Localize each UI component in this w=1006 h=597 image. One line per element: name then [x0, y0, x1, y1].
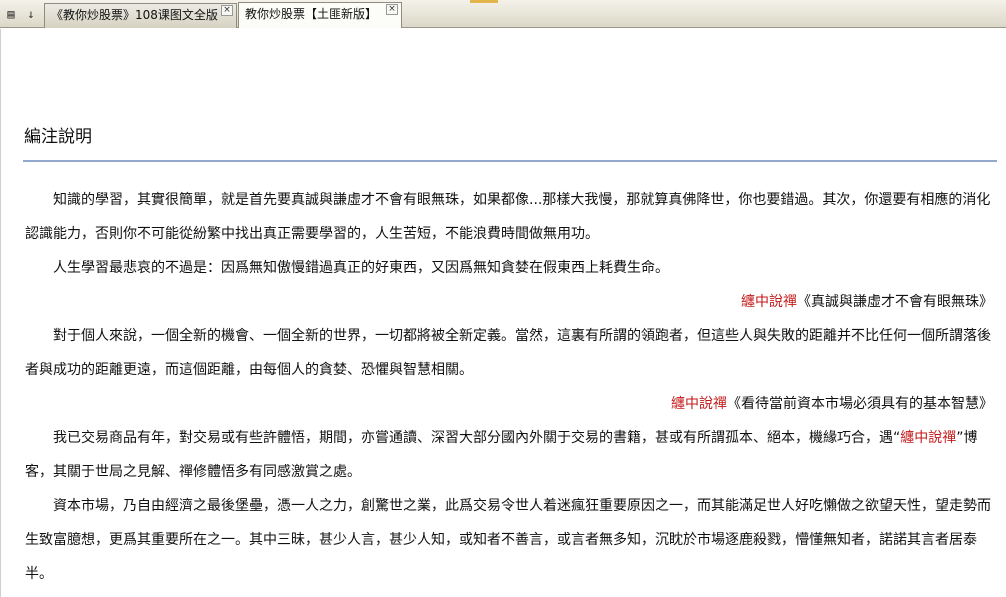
tab-bar: ▤ ↓ 《教你炒股票》108课图文全版 × 教你炒股票【土匪新版】 × — [0, 0, 1006, 28]
close-icon[interactable]: × — [386, 4, 398, 15]
paragraph: 對于個人來說，一個全新的機會、一個全新的世界，一切都將被全新定義。當然，這裏有所… — [25, 319, 997, 387]
paragraph: 我已交易商品有年，對交易或有些許體悟，期間，亦嘗通讀、深習大部分國內外關于交易的… — [25, 421, 997, 489]
citation-title: 《真誠與謙虛才不會有眼無珠》 — [797, 294, 993, 310]
tab-108-lessons[interactable]: 《教你炒股票》108课图文全版 × — [44, 3, 237, 28]
paragraph-text: 我已交易商品有年，對交易或有些許體悟，期間，亦嘗通讀、深習大部分國內外關于交易的… — [53, 430, 893, 446]
tab-label: 《教你炒股票》108课图文全版 — [51, 8, 218, 22]
paragraph-text: 資本市場，乃自由經濟之最後堡壘，憑一人之力，創驚世之業，此爲交易令世人着迷瘋狂重… — [25, 498, 991, 582]
paragraph-text: 對于個人來說，一個全新的機會、一個全新的世界，一切都將被全新定義。當然，這裏有所… — [25, 328, 991, 378]
page-title: 編注說明 — [24, 127, 92, 147]
paragraph: 知識的學習，其實很簡單，就是首先要真誠與謙虛才不會有眼無珠，如果都像...那樣大… — [25, 183, 997, 251]
document-pane[interactable]: 編注說明 知識的學習，其實很簡單，就是首先要真誠與謙虛才不會有眼無珠，如果都像.… — [0, 29, 1006, 597]
citation-title: 《看待當前資本市場必須具有的基本智慧》 — [727, 396, 993, 412]
tab-toolbar: ▤ ↓ — [2, 5, 40, 23]
close-icon[interactable]: × — [221, 5, 233, 16]
paragraph: 資本市場，乃自由經濟之最後堡壘，憑一人之力，創驚世之業，此爲交易令世人着迷瘋狂重… — [25, 489, 997, 591]
citation: 纏中說禪《看待當前資本市場必須具有的基本智慧》 — [25, 387, 993, 421]
inline-source: 纏中說禪 — [900, 430, 957, 446]
title-divider — [23, 160, 997, 162]
paragraph: 人生學習最悲哀的不過是：因爲無知傲慢錯過真正的好東西，又因爲無知貪婪在假東西上耗… — [25, 251, 997, 285]
citation: 纏中說禪《真誠與謙虛才不會有眼無珠》 — [25, 285, 993, 319]
sort-icon[interactable]: ↓ — [22, 5, 40, 23]
quote-mark: ” — [956, 430, 964, 446]
grid-icon[interactable]: ▤ — [2, 5, 20, 23]
citation-source: 纏中說禪 — [741, 294, 797, 310]
paragraph-text: 知識的學習，其實很簡單，就是首先要真誠與謙虛才不會有眼無珠，如果都像...那樣大… — [25, 192, 991, 242]
paragraph-text: 人生學習最悲哀的不過是：因爲無知傲慢錯過真正的好東西，又因爲無知貪婪在假東西上耗… — [53, 260, 669, 276]
tab-label: 教你炒股票【土匪新版】 — [245, 7, 378, 21]
window-accent — [470, 0, 498, 3]
citation-source: 纏中說禪 — [671, 396, 727, 412]
tab-bandit-edition[interactable]: 教你炒股票【土匪新版】 × — [238, 2, 402, 28]
